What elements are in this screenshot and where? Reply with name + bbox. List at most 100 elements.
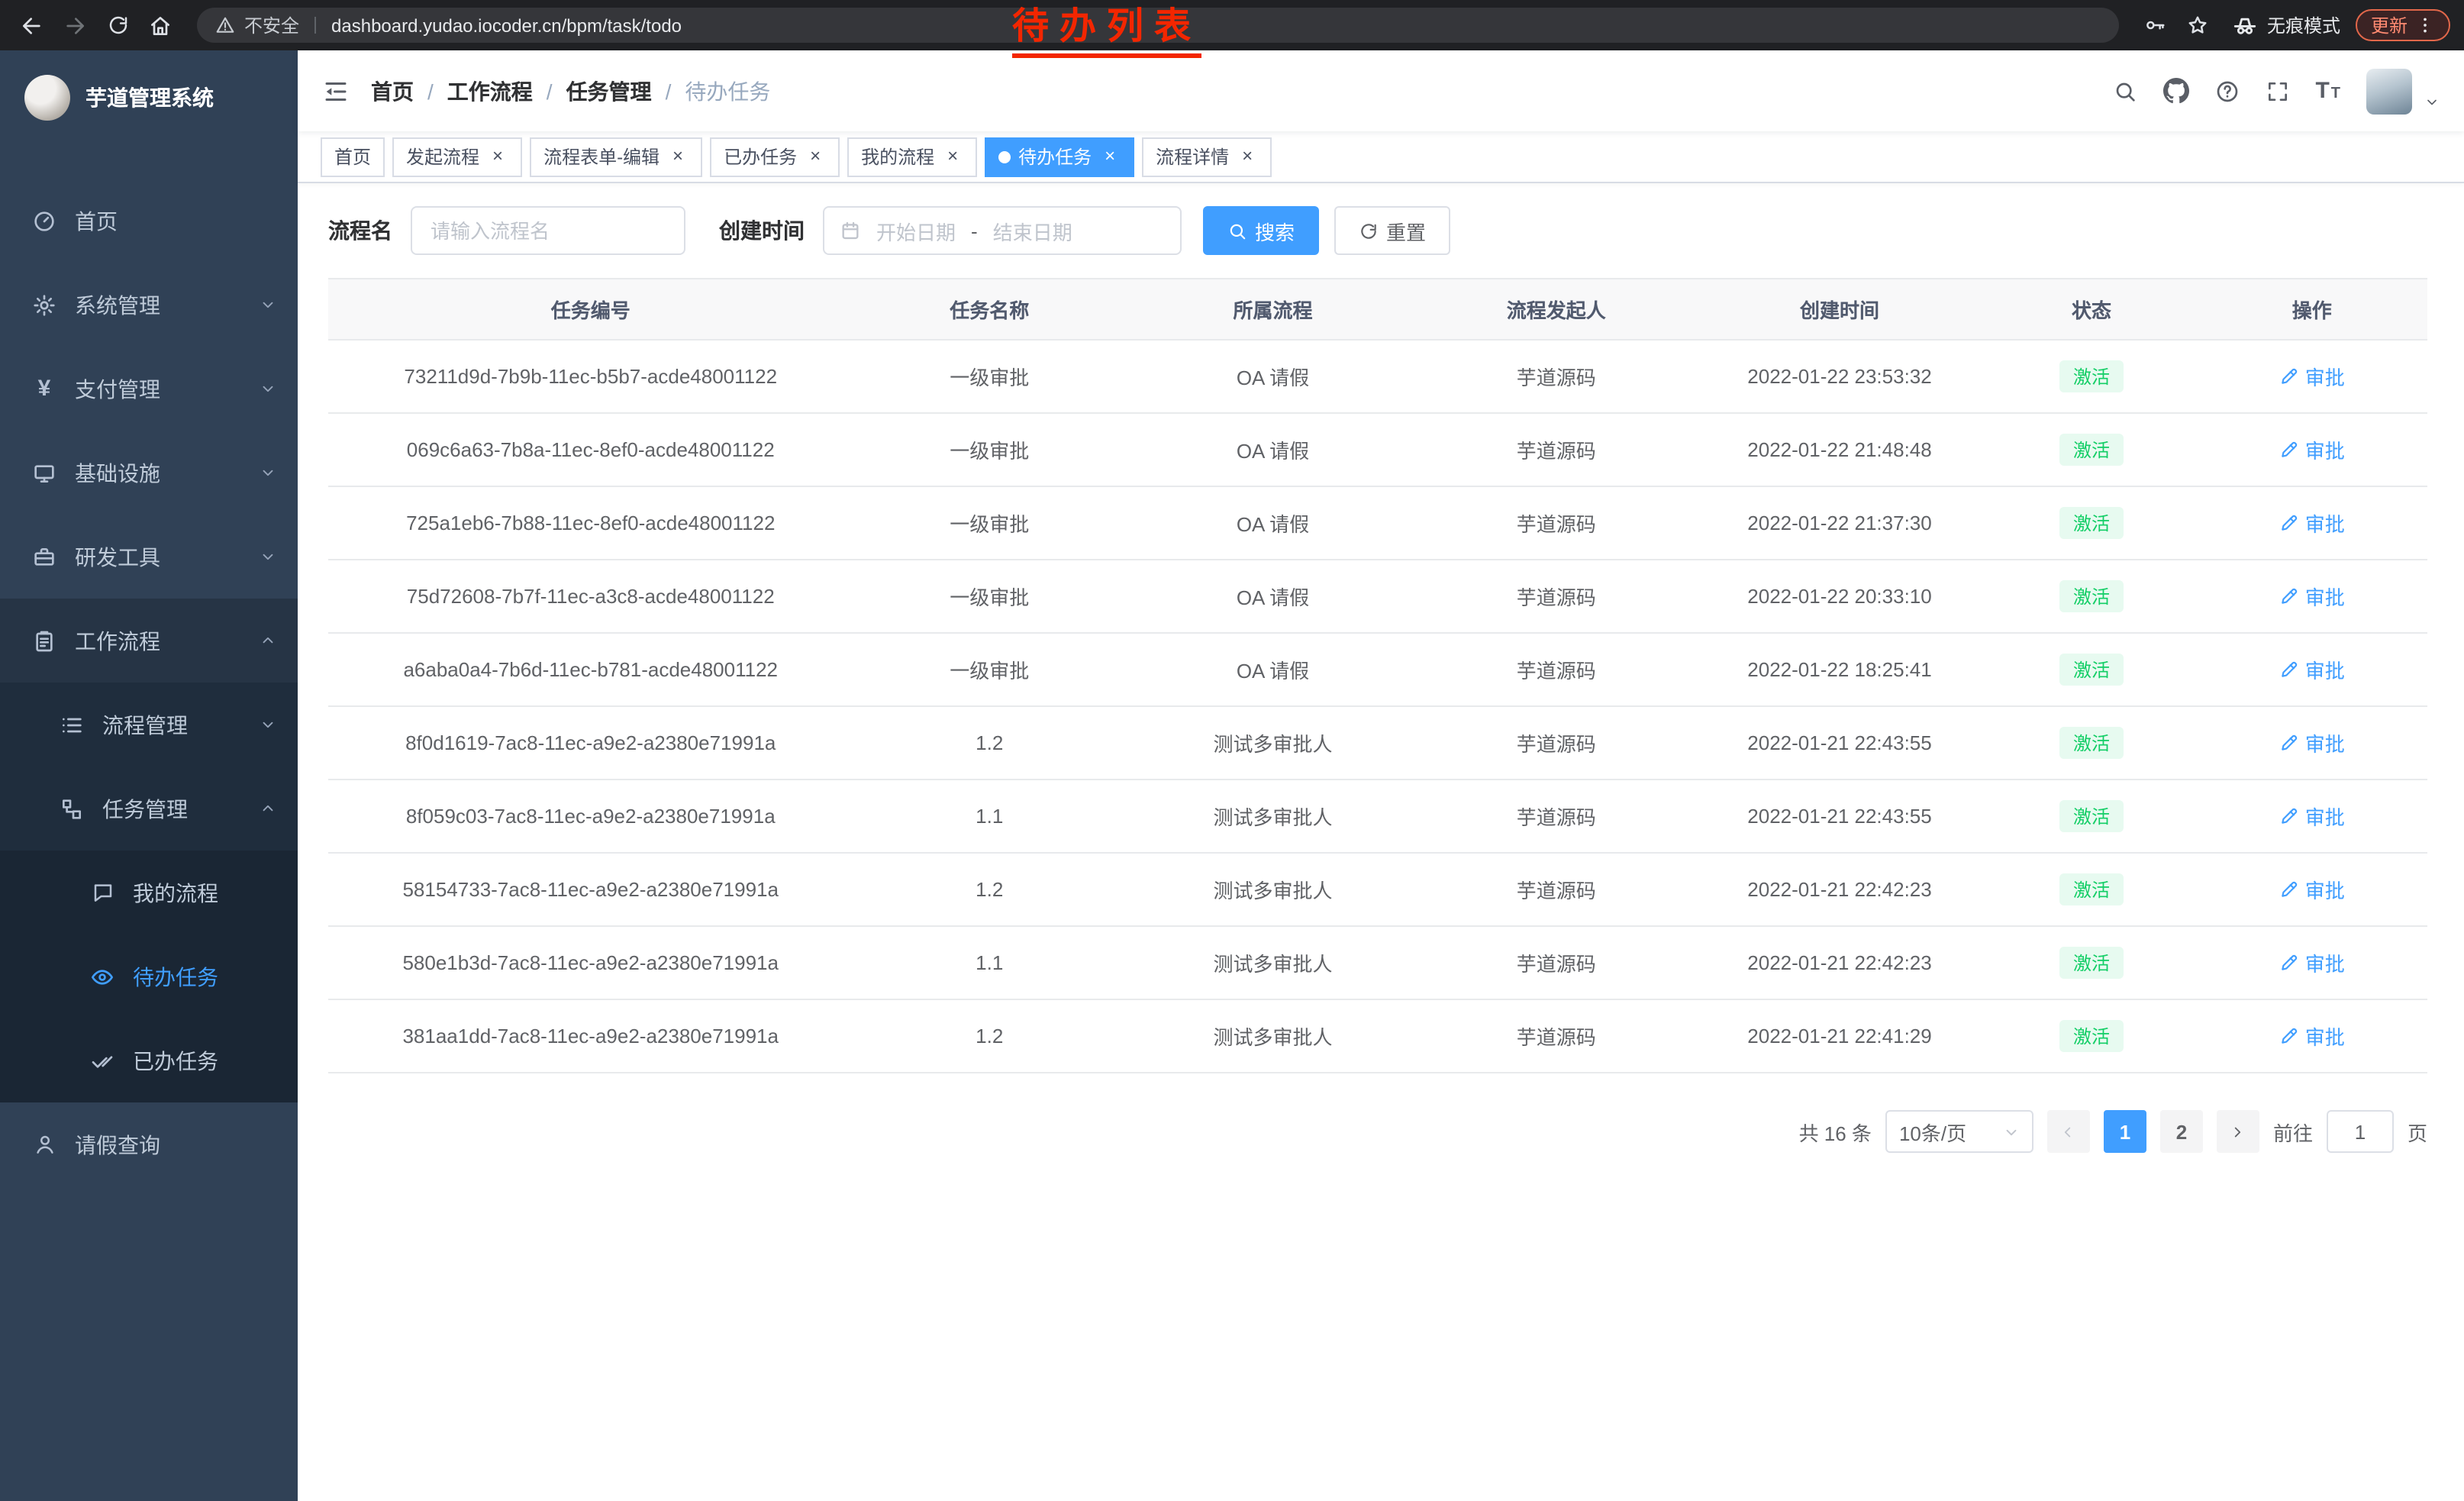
- warning-icon: [215, 15, 235, 35]
- approve-label: 审批: [2305, 362, 2345, 391]
- approve-link[interactable]: 审批: [2279, 655, 2345, 684]
- next-page-button[interactable]: [2217, 1110, 2259, 1153]
- sidebar-item-payment[interactable]: ¥ 支付管理: [0, 347, 298, 431]
- approve-link[interactable]: 审批: [2279, 948, 2345, 977]
- tab[interactable]: 待办任务 ×: [985, 137, 1134, 176]
- edit-icon: [2279, 660, 2299, 679]
- tab-close-icon[interactable]: ×: [1099, 146, 1121, 167]
- task-name: 1.2: [853, 853, 1127, 926]
- breadcrumb-task-mgmt[interactable]: 任务管理: [566, 76, 652, 106]
- chevron-down-icon: [260, 380, 276, 397]
- approve-link[interactable]: 审批: [2279, 728, 2345, 757]
- approve-link[interactable]: 审批: [2279, 875, 2345, 904]
- home-icon[interactable]: [142, 7, 179, 44]
- breadcrumb-workflow[interactable]: 工作流程: [447, 76, 533, 106]
- date-range-picker[interactable]: 开始日期 - 结束日期: [823, 206, 1182, 255]
- refresh-icon[interactable]: [99, 7, 136, 44]
- tab-close-icon[interactable]: ×: [942, 146, 963, 167]
- tab[interactable]: 发起流程 ×: [392, 137, 522, 176]
- initiator: 芋道源码: [1420, 926, 1693, 999]
- avatar[interactable]: [2366, 68, 2412, 114]
- table-row: 8f059c03-7ac8-11ec-a9e2-a2380e71991a 1.1…: [328, 780, 2427, 853]
- approve-link[interactable]: 审批: [2279, 582, 2345, 611]
- sidebar-item-done-tasks[interactable]: 已办任务: [0, 1018, 298, 1102]
- tab-close-icon[interactable]: ×: [1237, 146, 1258, 167]
- github-icon[interactable]: [2162, 78, 2188, 104]
- yen-icon: ¥: [31, 377, 58, 400]
- tab[interactable]: 流程表单-编辑 ×: [530, 137, 702, 176]
- tab-close-icon[interactable]: ×: [667, 146, 689, 167]
- tab-close-icon[interactable]: ×: [805, 146, 826, 167]
- tab[interactable]: 我的流程 ×: [847, 137, 977, 176]
- tab[interactable]: 已办任务 ×: [710, 137, 840, 176]
- task-id: a6aba0a4-7b6d-11ec-b781-acde48001122: [328, 633, 853, 706]
- approve-link[interactable]: 审批: [2279, 1022, 2345, 1051]
- page-button-2[interactable]: 2: [2160, 1110, 2203, 1153]
- sidebar-item-system[interactable]: 系统管理: [0, 263, 298, 347]
- process-name-field: [411, 206, 685, 255]
- sidebar-item-task-mgmt[interactable]: 任务管理: [0, 767, 298, 851]
- page-size-select[interactable]: 10条/页: [1885, 1110, 2033, 1153]
- tab[interactable]: 首页: [321, 137, 385, 176]
- navbar: 首页 / 工作流程 / 任务管理 / 待办任务 TT: [298, 50, 2464, 131]
- sidebar-item-workflow[interactable]: 工作流程: [0, 599, 298, 683]
- process-name-input[interactable]: [431, 219, 666, 242]
- approve-link[interactable]: 审批: [2279, 802, 2345, 831]
- approve-label: 审批: [2305, 948, 2345, 977]
- star-icon[interactable]: [2180, 7, 2217, 44]
- chevron-down-icon: [260, 548, 276, 565]
- edit-icon: [2279, 366, 2299, 386]
- sidebar-item-todo-tasks[interactable]: 待办任务: [0, 934, 298, 1018]
- task-name: 一级审批: [853, 340, 1127, 413]
- status-badge: 激活: [2059, 580, 2124, 612]
- process-list-icon: [58, 712, 85, 737]
- annotation-text: 待办列表: [1012, 5, 1201, 58]
- search-button[interactable]: 搜索: [1203, 206, 1319, 255]
- process-name: OA 请假: [1126, 340, 1420, 413]
- back-icon[interactable]: [14, 7, 50, 44]
- breadcrumb-current: 待办任务: [685, 76, 770, 106]
- approve-label: 审批: [2305, 875, 2345, 904]
- font-size-icon[interactable]: TT: [2315, 78, 2340, 104]
- sidebar-item-process-mgmt[interactable]: 流程管理: [0, 683, 298, 767]
- page-button-1[interactable]: 1: [2104, 1110, 2146, 1153]
- dashboard-icon: [31, 208, 58, 233]
- sidebar-item-leave-query[interactable]: 请假查询: [0, 1102, 298, 1186]
- tab-close-icon[interactable]: ×: [487, 146, 508, 167]
- update-button[interactable]: 更新: [2356, 9, 2450, 41]
- screen: 不安全 dashboard.yudao.iocoder.cn/bpm/task/…: [0, 0, 2464, 1501]
- sidebar-item-my-process[interactable]: 我的流程: [0, 851, 298, 934]
- sidebar-item-infra[interactable]: 基础设施: [0, 431, 298, 515]
- navbar-actions: TT: [2112, 68, 2440, 114]
- approve-label: 审批: [2305, 728, 2345, 757]
- fullscreen-icon[interactable]: [2265, 79, 2289, 103]
- goto-page-input[interactable]: [2327, 1110, 2394, 1153]
- created-time: 2022-01-22 18:25:41: [1693, 633, 1987, 706]
- help-icon[interactable]: [2214, 79, 2239, 103]
- breadcrumb-home[interactable]: 首页: [371, 76, 414, 106]
- forward-icon[interactable]: [56, 7, 93, 44]
- column-task-name: 任务名称: [853, 279, 1127, 340]
- table-row: 8f0d1619-7ac8-11ec-a9e2-a2380e71991a 1.2…: [328, 706, 2427, 780]
- reset-button[interactable]: 重置: [1334, 206, 1450, 255]
- update-label: 更新: [2371, 12, 2408, 38]
- approve-link[interactable]: 审批: [2279, 362, 2345, 391]
- tab[interactable]: 流程详情 ×: [1142, 137, 1272, 176]
- column-process: 所属流程: [1126, 279, 1420, 340]
- approve-link[interactable]: 审批: [2279, 435, 2345, 464]
- task-id: 580e1b3d-7ac8-11ec-a9e2-a2380e71991a: [328, 926, 853, 999]
- sidebar-item-home[interactable]: 首页: [0, 179, 298, 263]
- sidebar-item-devtools[interactable]: 研发工具: [0, 515, 298, 599]
- incognito-badge: 无痕模式: [2232, 12, 2340, 38]
- key-icon[interactable]: [2137, 7, 2174, 44]
- approve-link[interactable]: 审批: [2279, 508, 2345, 537]
- search-icon[interactable]: [2112, 79, 2137, 103]
- chevron-down-icon: [260, 716, 276, 733]
- tab-label: 发起流程: [406, 144, 479, 169]
- sidebar-fold-icon[interactable]: [322, 77, 350, 105]
- prev-page-button[interactable]: [2047, 1110, 2090, 1153]
- caret-down-icon[interactable]: [2424, 94, 2440, 114]
- more-menu-icon[interactable]: [2415, 15, 2435, 35]
- app-logo-row[interactable]: 芋道管理系统: [0, 50, 298, 145]
- approve-label: 审批: [2305, 1022, 2345, 1051]
